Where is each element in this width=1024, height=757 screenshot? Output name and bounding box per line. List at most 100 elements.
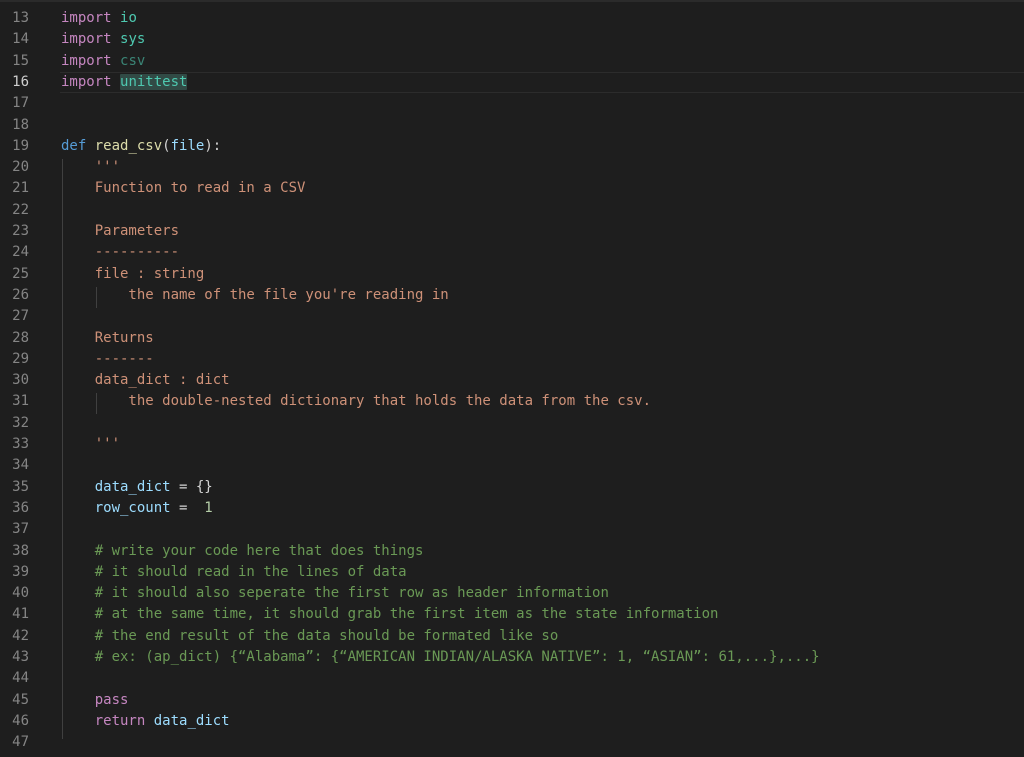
code-line[interactable]: 37 (0, 519, 1024, 540)
line-code[interactable]: Returns (61, 328, 154, 349)
code-line[interactable]: 19 def read_csv(file): (0, 136, 1024, 157)
line-code[interactable]: def read_csv(file): (61, 136, 221, 157)
code-line[interactable]: 46 return data_dict (0, 711, 1024, 732)
line-code[interactable]: the double-nested dictionary that holds … (61, 391, 651, 412)
code-token: ( (162, 137, 171, 154)
code-line[interactable]: 22 (0, 200, 1024, 221)
line-code[interactable]: ---------- (61, 242, 179, 263)
line-code[interactable]: import unittest (61, 72, 188, 93)
line-number: 27 (12, 308, 29, 325)
code-line[interactable]: 25 file : string (0, 264, 1024, 285)
code-token: file (170, 137, 205, 154)
code-token: Returns (61, 329, 154, 346)
code-line[interactable]: 36 row_count = 1 (0, 498, 1024, 519)
line-code[interactable]: Function to read in a CSV (61, 178, 306, 199)
code-line[interactable]: 34 (0, 455, 1024, 476)
code-line[interactable]: 20 ''' (0, 157, 1024, 178)
line-number: 41 (12, 606, 29, 623)
line-code[interactable]: Parameters (61, 221, 179, 242)
line-number: 16 (12, 73, 29, 90)
code-token: return (94, 712, 146, 729)
editor-top-border (0, 0, 1024, 2)
code-token: def (61, 137, 87, 154)
code-line[interactable]: 24 ---------- (0, 242, 1024, 263)
line-code[interactable]: file : string (61, 264, 205, 285)
line-code[interactable]: ------- (61, 349, 154, 370)
code-line[interactable]: 13 import io (0, 8, 1024, 29)
line-number: 42 (12, 627, 29, 644)
code-line[interactable]: 39 # it should read in the lines of data (0, 562, 1024, 583)
code-line[interactable]: 17 (0, 93, 1024, 114)
code-line[interactable]: 15 import csv (0, 51, 1024, 72)
line-number: 46 (12, 712, 29, 729)
code-token: ---------- (61, 244, 180, 261)
code-token: = {} (170, 478, 213, 495)
line-code[interactable]: the name of the file you're reading in (61, 285, 448, 306)
line-code[interactable]: ''' (61, 434, 120, 455)
code-token: unittest (120, 73, 188, 90)
line-number: 39 (12, 563, 29, 580)
code-line[interactable]: 26 the name of the file you're reading i… (0, 285, 1024, 306)
line-code[interactable]: data_dict = {} (61, 477, 213, 498)
code-line[interactable]: 47 (0, 732, 1024, 753)
code-line[interactable]: 28 Returns (0, 328, 1024, 349)
line-number: 15 (12, 52, 29, 69)
code-line[interactable]: 33 ''' (0, 434, 1024, 455)
line-code[interactable]: # the end result of the data should be f… (61, 626, 559, 647)
line-code[interactable]: import sys (61, 29, 145, 50)
line-number: 37 (12, 521, 29, 538)
code-token: ''' (61, 436, 121, 452)
code-token: io (120, 10, 137, 26)
code-token: data_dict (153, 712, 230, 729)
code-line[interactable]: 43 # ex: (ap_dict) {“Alabama”: {“AMERICA… (0, 647, 1024, 668)
code-line[interactable]: 29 ------- (0, 349, 1024, 370)
line-code[interactable]: return data_dict (61, 711, 230, 732)
line-number: 47 (12, 734, 29, 751)
line-code[interactable]: import io (61, 8, 137, 29)
line-code[interactable]: # it should read in the lines of data (61, 562, 407, 583)
code-token: import (61, 73, 112, 90)
code-line[interactable]: 31 the double-nested dictionary that hol… (0, 391, 1024, 412)
code-editor[interactable]: 13 import io 14 import sys 15 import csv 16 imp… (0, 0, 1024, 757)
line-code[interactable]: # ex: (ap_dict) {“Alabama”: {“AMERICAN I… (61, 647, 820, 668)
code-token: import (61, 10, 112, 26)
code-token: # it should read in the lines of data (61, 563, 407, 580)
code-line[interactable]: 32 (0, 413, 1024, 434)
indent-guide-nested (96, 287, 97, 308)
line-number: 33 (12, 436, 29, 452)
line-code[interactable]: ''' (61, 157, 120, 178)
code-line[interactable]: 16 import unittest (0, 71, 1024, 94)
line-code[interactable]: import csv (61, 51, 145, 72)
line-number: 45 (12, 691, 29, 708)
code-line[interactable]: 42 # the end result of the data should b… (0, 626, 1024, 647)
line-code[interactable]: # write your code here that does things (61, 541, 424, 562)
code-token: file : string (61, 265, 205, 282)
line-code[interactable]: row_count = 1 (61, 498, 213, 519)
code-line[interactable]: 40 # it should also seperate the first r… (0, 583, 1024, 604)
code-token: ): (204, 137, 222, 154)
code-line[interactable]: 27 (0, 306, 1024, 327)
code-line[interactable]: 14 import sys (0, 29, 1024, 50)
code-line[interactable]: 45 pass (0, 690, 1024, 711)
line-number: 19 (12, 137, 29, 154)
line-code[interactable]: # at the same time, it should grab the f… (61, 604, 719, 625)
code-line[interactable]: 18 (0, 115, 1024, 136)
code-token: # at the same time, it should grab the f… (61, 606, 719, 623)
line-number: 24 (12, 244, 29, 261)
code-line[interactable]: 41 # at the same time, it should grab th… (0, 604, 1024, 625)
line-code[interactable]: pass (61, 690, 129, 711)
code-line[interactable]: 35 data_dict = {} (0, 477, 1024, 498)
line-number: 28 (12, 329, 29, 346)
code-line[interactable]: 23 Parameters (0, 221, 1024, 242)
line-code[interactable]: data_dict : dict (61, 370, 230, 391)
line-number: 36 (12, 499, 29, 516)
code-line[interactable]: 44 (0, 668, 1024, 689)
code-line[interactable]: 30 data_dict : dict (0, 370, 1024, 391)
code-line[interactable]: 38 # write your code here that does thin… (0, 541, 1024, 562)
line-code[interactable]: # it should also seperate the first row … (61, 583, 609, 604)
code-line[interactable]: 21 Function to read in a CSV (0, 178, 1024, 199)
code-token: read_csv (94, 137, 163, 154)
